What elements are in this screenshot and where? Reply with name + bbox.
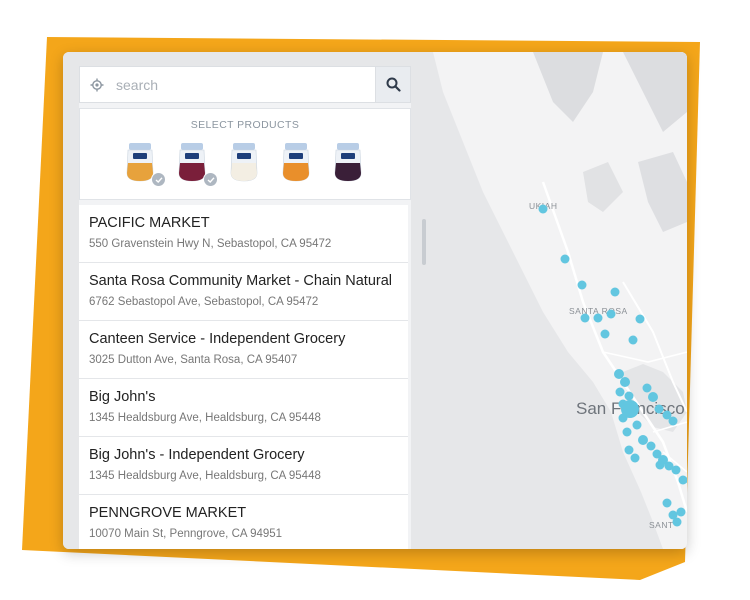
map-marker[interactable] xyxy=(624,445,634,455)
map-marker[interactable] xyxy=(593,313,603,323)
search-icon xyxy=(386,77,401,92)
map-marker[interactable] xyxy=(615,387,625,397)
map-marker[interactable] xyxy=(672,517,682,527)
store-list-scrollbar[interactable] xyxy=(422,219,426,265)
map-marker[interactable] xyxy=(648,392,658,402)
map-marker[interactable] xyxy=(655,460,665,470)
map-marker[interactable] xyxy=(662,498,672,508)
map-marker[interactable] xyxy=(580,313,590,323)
store-locator-window: UKIAH SANTA ROSA San Francisco SANT xyxy=(63,52,687,549)
store-list-item[interactable]: PACIFIC MARKET 550 Gravenstein Hwy N, Seb… xyxy=(79,205,408,263)
map-marker[interactable] xyxy=(624,391,634,401)
product-selector: SELECT PRODUCTS xyxy=(79,108,411,200)
map-marker[interactable] xyxy=(618,413,628,423)
map-marker[interactable] xyxy=(614,369,624,379)
map-marker[interactable] xyxy=(646,441,656,451)
store-address: 550 Gravenstein Hwy N, Sebastopol, CA 95… xyxy=(89,238,332,250)
map-marker[interactable] xyxy=(638,435,648,445)
store-list-item[interactable]: Big John's - Independent Grocery 1345 Hea… xyxy=(79,437,408,495)
check-icon xyxy=(203,172,218,187)
map-label-santa-cruz: SANT xyxy=(649,520,674,530)
map-marker[interactable] xyxy=(622,427,632,437)
search-bar xyxy=(79,66,411,103)
check-icon xyxy=(151,172,166,187)
store-list-item[interactable]: Canteen Service - Independent Grocery 302… xyxy=(79,321,408,379)
map-marker[interactable] xyxy=(600,329,610,339)
map-marker[interactable] xyxy=(654,404,664,414)
store-name: PENNGROVE MARKET xyxy=(89,505,247,521)
store-name: Big John's xyxy=(89,389,156,405)
search-input[interactable] xyxy=(114,66,375,103)
store-list[interactable]: PACIFIC MARKET 550 Gravenstein Hwy N, Seb… xyxy=(79,205,408,549)
product-jar[interactable] xyxy=(333,143,363,183)
store-address: 1345 Healdsburg Ave, Healdsburg, CA 9544… xyxy=(89,412,321,424)
map-marker[interactable] xyxy=(606,309,616,319)
store-panel: SELECT PRODUCTS PACIFIC MARKET 550 Graven… xyxy=(79,66,426,549)
map-marker[interactable] xyxy=(630,453,640,463)
map-marker[interactable] xyxy=(642,383,652,393)
map-marker[interactable] xyxy=(632,420,642,430)
map-marker[interactable] xyxy=(671,465,681,475)
map-marker[interactable] xyxy=(577,280,587,290)
products-title: SELECT PRODUCTS xyxy=(190,119,300,131)
map-marker[interactable] xyxy=(668,416,678,426)
store-name: PACIFIC MARKET xyxy=(89,215,210,231)
map-marker[interactable] xyxy=(610,287,620,297)
store-list-item[interactable]: PENNGROVE MARKET 10070 Main St, Penngrove… xyxy=(79,495,408,549)
store-address: 6762 Sebastopol Ave, Sebastopol, CA 9547… xyxy=(89,296,319,308)
map-marker[interactable] xyxy=(628,335,638,345)
map-marker[interactable] xyxy=(620,377,630,387)
store-name: Big John's - Independent Grocery xyxy=(89,447,305,463)
map-marker[interactable] xyxy=(635,314,645,324)
search-button[interactable] xyxy=(375,67,410,102)
map-marker[interactable] xyxy=(560,254,570,264)
store-address: 3025 Dutton Ave, Santa Rosa, CA 95407 xyxy=(89,354,298,366)
store-address: 1345 Healdsburg Ave, Healdsburg, CA 9544… xyxy=(89,470,321,482)
locate-icon[interactable] xyxy=(80,66,114,103)
store-name: Santa Rosa Community Market - Chain Natu… xyxy=(89,273,393,289)
store-list-item[interactable]: Santa Rosa Community Market - Chain Natu… xyxy=(79,263,408,321)
map-marker[interactable] xyxy=(538,204,548,214)
store-address: 10070 Main St, Penngrove, CA 94951 xyxy=(89,528,283,540)
product-jar[interactable] xyxy=(281,143,311,183)
product-jar[interactable] xyxy=(229,143,259,183)
store-list-item[interactable]: Big John's 1345 Healdsburg Ave, Healdsbur… xyxy=(79,379,408,437)
store-name: Canteen Service - Independent Grocery xyxy=(89,331,346,347)
map-marker[interactable] xyxy=(676,507,686,517)
